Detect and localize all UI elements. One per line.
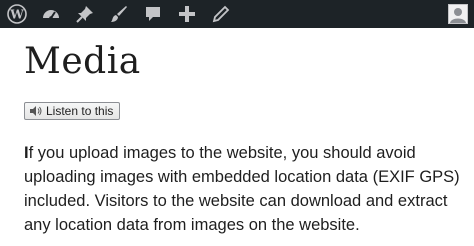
dashboard-icon	[43, 10, 59, 20]
comments-button[interactable]	[139, 0, 167, 28]
pencil-icon	[212, 5, 230, 23]
page-title: Media	[24, 41, 141, 82]
pin-icon	[76, 6, 93, 23]
wordpress-icon: W	[7, 4, 27, 24]
edit-page-button[interactable]	[207, 0, 235, 28]
dashboard-button[interactable]	[37, 0, 65, 28]
appearance-button[interactable]	[105, 0, 133, 28]
brush-icon	[111, 6, 127, 22]
avatar-icon	[450, 8, 466, 23]
posts-button[interactable]	[71, 0, 99, 28]
plus-icon	[179, 6, 195, 22]
user-avatar-button[interactable]	[448, 4, 468, 24]
listen-button[interactable]: Listen to this	[24, 102, 121, 120]
comment-icon	[146, 7, 160, 21]
svg-text:W: W	[9, 8, 24, 22]
admin-bar: W	[0, 0, 474, 28]
listen-button-label: Listen to this	[46, 104, 114, 118]
new-content-button[interactable]	[173, 0, 201, 28]
paragraph-text: f you upload images to the website, you …	[24, 144, 460, 234]
wordpress-logo-button[interactable]: W	[3, 0, 31, 28]
privacy-paragraph: If you upload images to the website, you…	[24, 141, 464, 237]
speaker-icon	[30, 106, 42, 116]
